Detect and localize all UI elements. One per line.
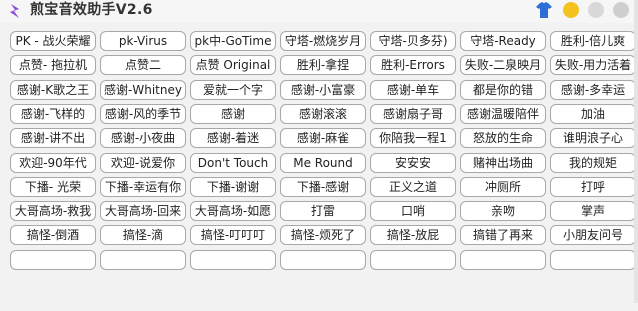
maximize-button[interactable] <box>588 2 604 18</box>
sound-effect-button[interactable]: 感谢-Whitney <box>100 80 186 100</box>
sound-effect-button[interactable]: 守塔-燃烧岁月 <box>280 31 366 51</box>
sound-effect-button[interactable]: 都是你的错 <box>460 80 546 100</box>
sound-effect-button[interactable]: 点赞二 <box>100 55 186 75</box>
sound-effect-button[interactable]: 下播- 光荣 <box>10 177 96 197</box>
sound-button-grid: PK - 战火荣耀 pk-Virus pk中-GoTime 守塔-燃烧岁月 守塔-贝多芬… <box>10 31 636 311</box>
minimize-button[interactable] <box>563 2 579 18</box>
sound-effect-button[interactable]: PK - 战火荣耀 <box>10 31 96 51</box>
sound-effect-button[interactable]: 你陪我一程1 <box>370 128 456 148</box>
sound-effect-button[interactable]: 搞怪-倒酒 <box>10 225 96 245</box>
sound-effect-button[interactable] <box>280 250 366 270</box>
app-title: 煎宝音效助手V2.6 <box>30 2 153 18</box>
sound-effect-button[interactable]: 胜利-拿捏 <box>280 55 366 75</box>
sound-effect-button[interactable]: 怒放的生命 <box>460 128 546 148</box>
sound-effect-button[interactable]: 安安安 <box>370 153 456 173</box>
sound-effect-button[interactable]: 大哥高场-救我 <box>10 201 96 221</box>
sound-effect-button[interactable]: 我的规矩 <box>550 153 636 173</box>
sound-effect-button[interactable]: Me Round <box>280 153 366 173</box>
close-button[interactable] <box>613 2 629 18</box>
sound-effect-button[interactable]: 亲吻 <box>460 201 546 221</box>
sound-effect-button[interactable]: 小朋友问号 <box>550 225 636 245</box>
sound-effect-button[interactable]: 掌声 <box>550 201 636 221</box>
sound-effect-button[interactable] <box>100 250 186 270</box>
sound-effect-button[interactable]: 感谢滚滚 <box>280 104 366 124</box>
sound-effect-button[interactable]: 加油 <box>550 104 636 124</box>
sound-effect-button[interactable]: Don't Touch <box>190 153 276 173</box>
sound-effect-button[interactable]: 感谢-飞样的 <box>10 104 96 124</box>
sound-effect-button[interactable]: 感谢 <box>190 104 276 124</box>
sound-effect-button[interactable]: 感谢扇子哥 <box>370 104 456 124</box>
sound-effect-button[interactable]: 打雷 <box>280 201 366 221</box>
sound-effect-button[interactable]: 感谢-讲不出 <box>10 128 96 148</box>
sound-effect-button[interactable]: 下播-感谢 <box>280 177 366 197</box>
sound-effect-button[interactable] <box>460 250 546 270</box>
sound-effect-button[interactable]: 下播-幸运有你 <box>100 177 186 197</box>
window-edge <box>634 0 638 303</box>
sound-effect-button[interactable]: 大哥高场-回来 <box>100 201 186 221</box>
sound-effect-button[interactable] <box>550 250 636 270</box>
sound-effect-button[interactable] <box>190 250 276 270</box>
sound-effect-button[interactable]: pk-Virus <box>100 31 186 51</box>
lightning-icon <box>10 4 19 18</box>
sound-effect-button[interactable]: pk中-GoTime <box>190 31 276 51</box>
sound-effect-button[interactable]: 感谢-风的季节 <box>100 104 186 124</box>
sound-effect-button[interactable]: 感谢-着迷 <box>190 128 276 148</box>
sound-effect-button[interactable]: 感谢-小夜曲 <box>100 128 186 148</box>
sound-effect-button[interactable]: 感谢-单车 <box>370 80 456 100</box>
sound-effect-button[interactable] <box>370 250 456 270</box>
sound-effect-button[interactable]: 搞错了再来 <box>460 225 546 245</box>
sound-effect-button[interactable]: 下播-谢谢 <box>190 177 276 197</box>
sound-effect-button[interactable]: 守塔-Ready <box>460 31 546 51</box>
sound-effect-button[interactable]: 感谢-多幸运 <box>550 80 636 100</box>
sound-effect-button[interactable]: 点赞 Original <box>190 55 276 75</box>
sound-effect-button[interactable]: 冲厕所 <box>460 177 546 197</box>
sound-effect-button[interactable]: 搞怪-叮叮叮 <box>190 225 276 245</box>
sound-effect-button[interactable]: 搞怪-滴 <box>100 225 186 245</box>
title-bar: 煎宝音效助手V2.6 <box>0 0 638 23</box>
sound-effect-button[interactable] <box>10 250 96 270</box>
sound-effect-button[interactable]: 打呼 <box>550 177 636 197</box>
sound-effect-button[interactable]: 守塔-贝多芬) <box>370 31 456 51</box>
sound-effect-button[interactable]: 胜利-Errors <box>370 55 456 75</box>
sound-effect-button[interactable]: 失败-二泉映月 <box>460 55 546 75</box>
sound-effect-button[interactable]: 谁明浪子心 <box>550 128 636 148</box>
sound-effect-button[interactable]: 感谢-麻雀 <box>280 128 366 148</box>
sound-effect-button[interactable]: 失败-用力活着 <box>550 55 636 75</box>
sound-effect-button[interactable]: 口哨 <box>370 201 456 221</box>
sound-effect-button[interactable]: 爱就一个字 <box>190 80 276 100</box>
sound-effect-button[interactable]: 欢迎-说爱你 <box>100 153 186 173</box>
sound-effect-button[interactable]: 感谢-小富豪 <box>280 80 366 100</box>
sound-effect-button[interactable]: 大哥高场-如愿 <box>190 201 276 221</box>
shirt-icon[interactable] <box>535 1 553 19</box>
sound-effect-button[interactable]: 胜利-倍儿爽 <box>550 31 636 51</box>
sound-effect-button[interactable]: 感谢温暖陪伴 <box>460 104 546 124</box>
sound-effect-button[interactable]: 搞怪-烦死了 <box>280 225 366 245</box>
sound-effect-button[interactable]: 欢迎-90年代 <box>10 153 96 173</box>
sound-effect-button[interactable]: 赌神出场曲 <box>460 153 546 173</box>
sound-effect-button[interactable]: 点赞- 拖拉机 <box>10 55 96 75</box>
sound-effect-button[interactable]: 感谢-K歌之王 <box>10 80 96 100</box>
sound-effect-button[interactable]: 正义之道 <box>370 177 456 197</box>
sound-effect-button[interactable]: 搞怪-放屁 <box>370 225 456 245</box>
